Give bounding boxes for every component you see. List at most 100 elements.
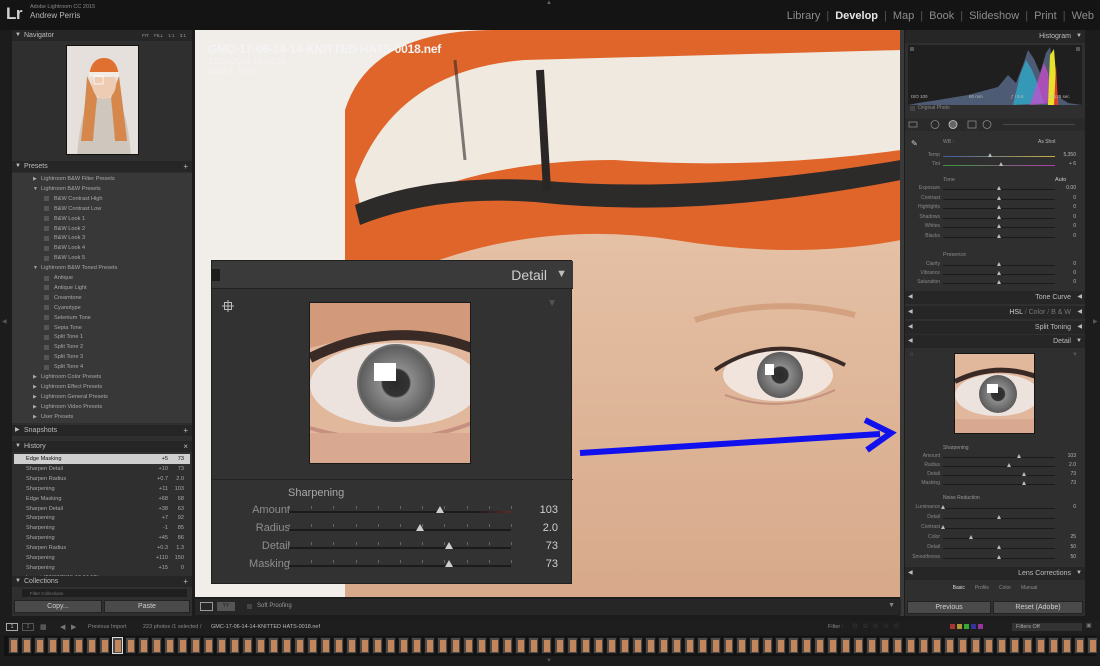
filmstrip-thumbnail[interactable]	[944, 637, 955, 654]
filmstrip-thumbnail[interactable]	[47, 637, 58, 654]
filmstrip-thumbnail[interactable]	[1061, 637, 1072, 654]
histogram-header[interactable]: Histogram ▼	[905, 30, 1085, 43]
preset-item[interactable]: Split Tone 2	[12, 342, 192, 352]
filmstrip-thumbnail[interactable]	[762, 637, 773, 654]
history-step[interactable]: Sharpening +45 86	[14, 533, 190, 543]
slider-value[interactable]: 73	[546, 558, 558, 570]
preset-item[interactable]: Creamtone	[12, 293, 192, 303]
page-1-button[interactable]: 1	[6, 623, 18, 631]
module-library[interactable]: Library	[787, 10, 821, 22]
right-scrollbar[interactable]	[900, 30, 904, 616]
filmstrip-thumbnail[interactable]	[619, 637, 630, 654]
slider-value[interactable]: 73	[546, 540, 558, 552]
small-slider-value[interactable]: 2.0	[1069, 462, 1076, 468]
filmstrip-thumbnail[interactable]	[229, 637, 240, 654]
filmstrip-thumbnail[interactable]	[905, 637, 916, 654]
filmstrip-thumbnail[interactable]	[190, 637, 201, 654]
filmstrip-thumbnail[interactable]	[892, 637, 903, 654]
small-slider-thumb[interactable]	[941, 525, 945, 529]
presets-header[interactable]: ▼ Presets +	[12, 161, 192, 172]
add-collection-icon[interactable]: +	[183, 576, 188, 587]
preset-folder[interactable]: ▶ Lightroom Color Presets	[12, 372, 192, 382]
small-slider-thumb[interactable]	[997, 186, 1001, 190]
filmstrip-thumbnail[interactable]	[957, 637, 968, 654]
slider-track[interactable]	[289, 547, 511, 549]
filmstrip-thumbnail[interactable]	[255, 637, 266, 654]
selected-file[interactable]: GMC-17-06-14-14-KNITTED HATS-0018.nef	[211, 624, 320, 630]
filmstrip-thumbnail[interactable]	[580, 637, 591, 654]
filmstrip-thumbnail[interactable]	[411, 637, 422, 654]
filmstrip-thumbnail[interactable]	[60, 637, 71, 654]
history-step[interactable]: Edge Masking +5 73	[14, 454, 190, 464]
small-slider-value[interactable]: 0	[1073, 233, 1076, 239]
preset-item[interactable]: B&W Look 3	[12, 233, 192, 243]
preset-folder[interactable]: ▶ Lightroom General Presets	[12, 392, 192, 402]
small-slider-value[interactable]: 50	[1070, 544, 1076, 550]
filmstrip-thumbnail[interactable]	[632, 637, 643, 654]
filter-lock-icon[interactable]: ▣	[1086, 622, 1092, 629]
small-slider-thumb[interactable]	[1017, 454, 1022, 458]
filmstrip-thumbnail[interactable]	[450, 637, 461, 654]
history-header[interactable]: ▼ History ×	[12, 441, 192, 452]
small-slider-value[interactable]: 5,350	[1063, 152, 1076, 158]
preset-item[interactable]: B&W Contrast Low	[12, 204, 192, 214]
small-slider-value[interactable]: 50	[1070, 554, 1076, 560]
add-preset-icon[interactable]: +	[183, 161, 188, 172]
filmstrip-thumbnail[interactable]	[1022, 637, 1033, 654]
hsl-tab[interactable]: HSL	[1009, 309, 1022, 316]
filmstrip-thumbnail[interactable]	[463, 637, 474, 654]
small-slider-value[interactable]: 0.00	[1066, 185, 1076, 191]
filmstrip-thumbnail[interactable]	[606, 637, 617, 654]
slider-thumb[interactable]	[444, 542, 453, 549]
filmstrip-thumbnail[interactable]	[398, 637, 409, 654]
history-step[interactable]: Sharpen Radius +0.3 1.3	[14, 543, 190, 553]
filmstrip-thumbnail[interactable]	[424, 637, 435, 654]
soft-proofing-checkbox[interactable]	[247, 604, 252, 609]
filmstrip-thumbnail[interactable]	[307, 637, 318, 654]
small-slider-value[interactable]: 0	[1073, 270, 1076, 276]
preset-item[interactable]: Split Tone 4	[12, 362, 192, 372]
module-map[interactable]: Map	[893, 10, 914, 22]
filmstrip-thumbnail[interactable]	[723, 637, 734, 654]
detail-header-small[interactable]: ◀ Detail ▼	[905, 335, 1085, 348]
filters-select[interactable]: Filters Off	[1012, 623, 1082, 631]
filmstrip-thumbnail[interactable]	[567, 637, 578, 654]
small-slider-thumb[interactable]	[941, 505, 945, 509]
lens-tab-profile[interactable]: Profile	[975, 583, 989, 593]
filmstrip-thumbnail[interactable]	[931, 637, 942, 654]
lens-tab-manual[interactable]: Manual	[1021, 583, 1037, 593]
preset-folder[interactable]: ▼ Lightroom B&W Presets	[12, 184, 192, 194]
small-slider-thumb[interactable]	[997, 224, 1001, 228]
small-slider-value[interactable]: 0	[1073, 204, 1076, 210]
history-step[interactable]: Sharpening +110 150	[14, 553, 190, 563]
toolbar-menu-icon[interactable]: ▼	[888, 602, 895, 609]
previous-button[interactable]: Previous	[907, 601, 991, 614]
small-slider-value[interactable]: 0	[1073, 279, 1076, 285]
preset-folder[interactable]: ▶ Lightroom Effect Presets	[12, 382, 192, 392]
slider-value[interactable]: 2.0	[543, 522, 558, 534]
small-slider-thumb[interactable]	[1021, 472, 1026, 476]
lens-tab-basic[interactable]: Basic	[953, 583, 965, 593]
copy-button[interactable]: Copy...	[14, 600, 102, 613]
filmstrip-thumbnail[interactable]	[918, 637, 929, 654]
filmstrip-thumbnail[interactable]	[359, 637, 370, 654]
filmstrip-thumbnail[interactable]	[788, 637, 799, 654]
filmstrip-thumbnail[interactable]	[372, 637, 383, 654]
collections-header[interactable]: ▼ Collections +	[12, 576, 192, 587]
filmstrip-thumbnail[interactable]	[437, 637, 448, 654]
history-step[interactable]: Sharpening +11 103	[14, 484, 190, 494]
filmstrip-thumbnail[interactable]	[996, 637, 1007, 654]
filmstrip-thumbnail[interactable]	[528, 637, 539, 654]
filmstrip-thumbnail[interactable]	[138, 637, 149, 654]
small-slider-track[interactable]	[943, 475, 1055, 476]
history-step[interactable]: Sharpen Detail +38 63	[14, 504, 190, 514]
filmstrip-thumbnail[interactable]	[879, 637, 890, 654]
module-book[interactable]: Book	[929, 10, 954, 22]
filmstrip-thumbnail[interactable]	[684, 637, 695, 654]
filmstrip-thumbnail[interactable]	[203, 637, 214, 654]
tone-curve-header[interactable]: ◀ Tone Curve ◀	[905, 291, 1085, 304]
filmstrip-thumbnail[interactable]	[476, 637, 487, 654]
history-step[interactable]: Edge Masking +68 68	[14, 494, 190, 504]
small-slider-thumb[interactable]	[997, 271, 1001, 275]
filmstrip-thumbnail[interactable]	[814, 637, 825, 654]
